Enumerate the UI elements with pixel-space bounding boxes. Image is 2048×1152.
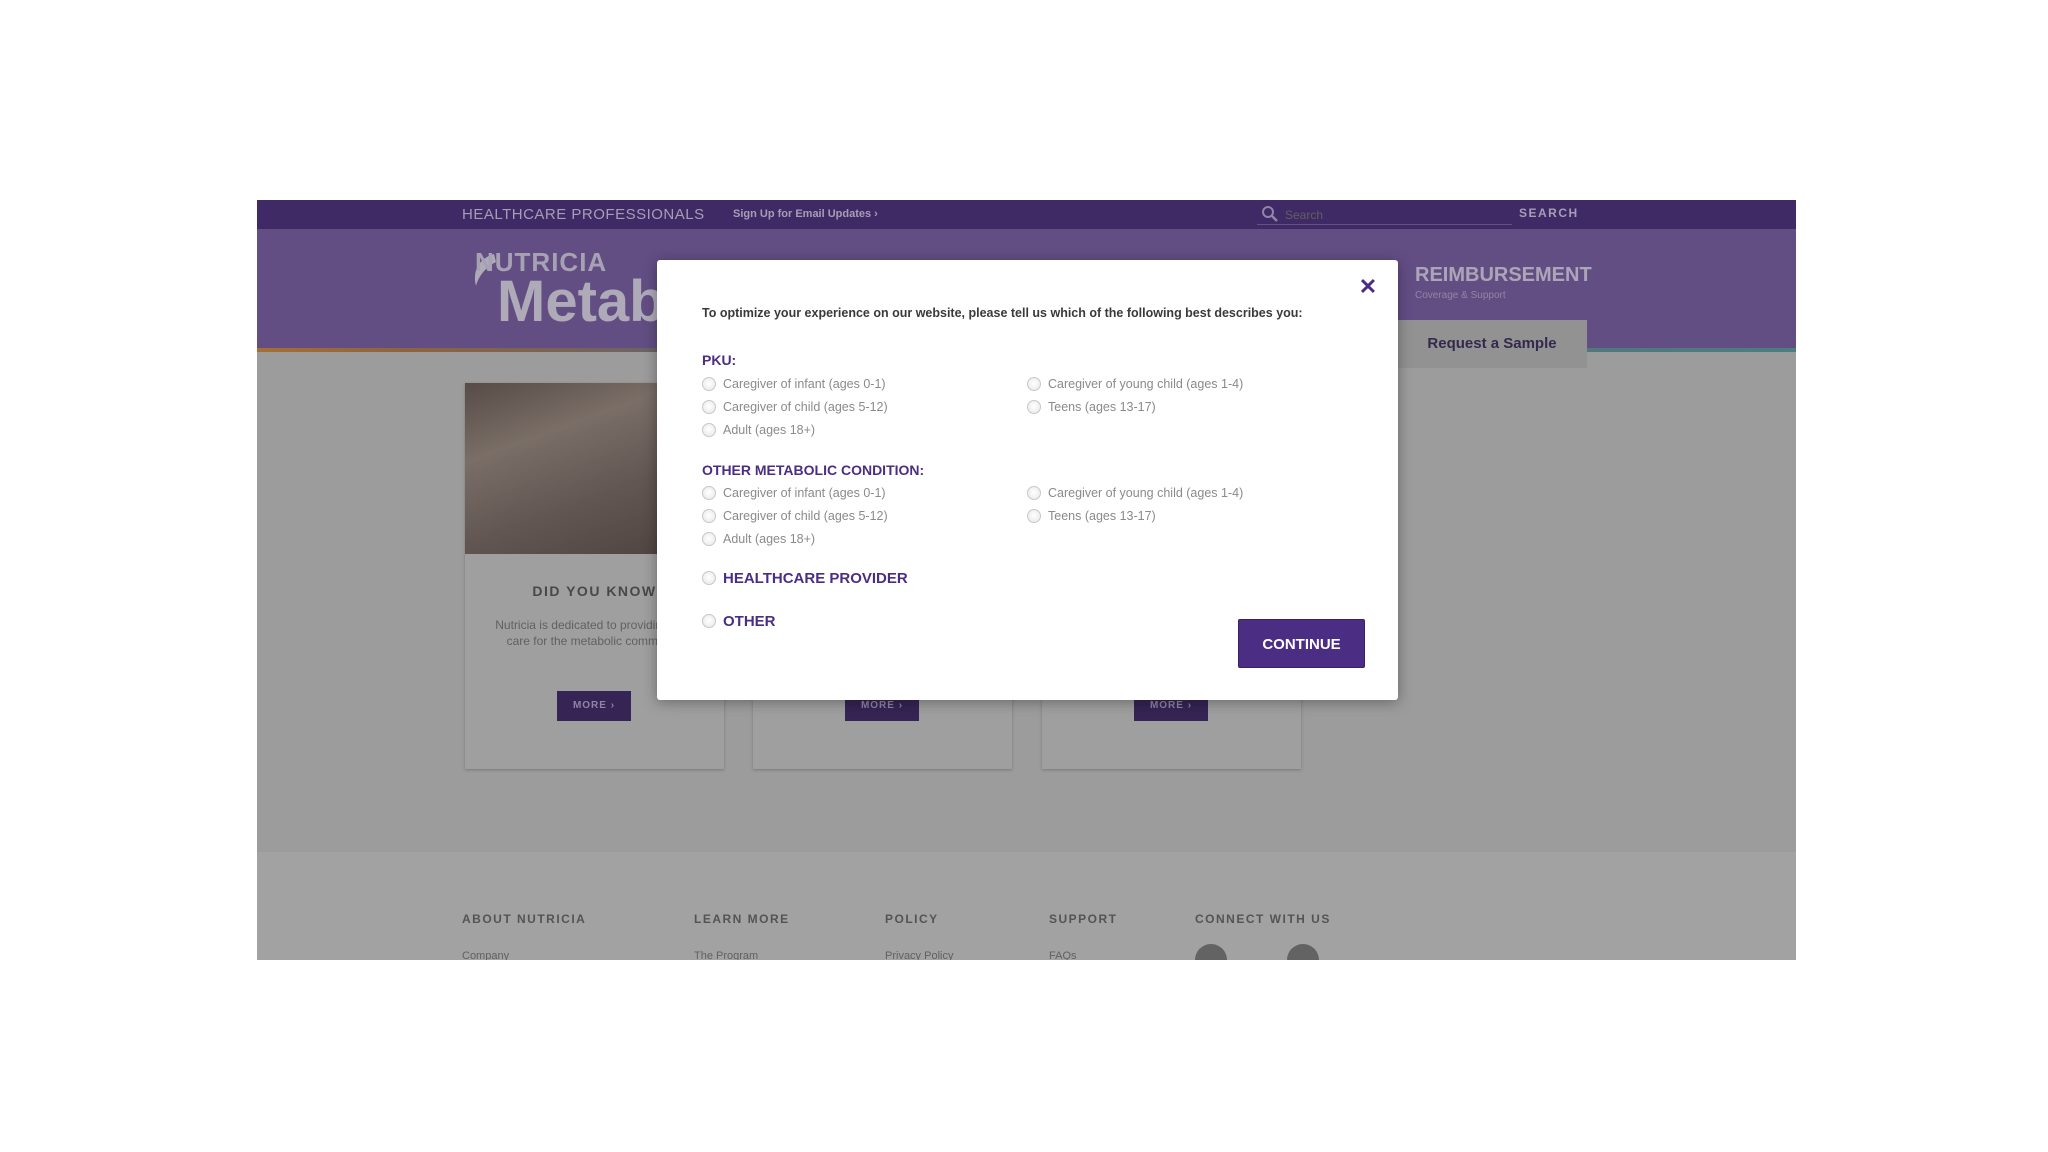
omc-option-infant[interactable]: Caregiver of infant (ages 0-1) <box>702 484 886 502</box>
other-option[interactable]: OTHER <box>702 612 776 630</box>
option-label: Caregiver of child (ages 5-12) <box>723 400 888 414</box>
option-label: OTHER <box>723 612 776 630</box>
radio-button[interactable] <box>702 377 716 391</box>
omc-option-adult[interactable]: Adult (ages 18+) <box>702 530 815 548</box>
radio-button[interactable] <box>702 571 716 585</box>
pku-option-young-child[interactable]: Caregiver of young child (ages 1-4) <box>1027 375 1243 393</box>
radio-button[interactable] <box>1027 486 1041 500</box>
pku-heading: PKU: <box>702 352 737 368</box>
audience-modal: ✕ To optimize your experience on our web… <box>657 260 1398 700</box>
pku-option-infant[interactable]: Caregiver of infant (ages 0-1) <box>702 375 886 393</box>
radio-button[interactable] <box>702 532 716 546</box>
radio-button[interactable] <box>1027 509 1041 523</box>
modal-intro: To optimize your experience on our websi… <box>702 306 1303 320</box>
option-label: Caregiver of child (ages 5-12) <box>723 509 888 523</box>
radio-button[interactable] <box>1027 377 1041 391</box>
other-metabolic-heading: OTHER METABOLIC CONDITION: <box>702 462 925 478</box>
radio-button[interactable] <box>702 400 716 414</box>
option-label: Caregiver of infant (ages 0-1) <box>723 486 886 500</box>
radio-button[interactable] <box>702 486 716 500</box>
radio-button[interactable] <box>702 614 716 628</box>
option-label: Adult (ages 18+) <box>723 423 816 437</box>
option-label: Caregiver of infant (ages 0-1) <box>723 377 886 391</box>
pku-option-teens[interactable]: Teens (ages 13-17) <box>1027 398 1156 416</box>
omc-option-teens[interactable]: Teens (ages 13-17) <box>1027 507 1156 525</box>
radio-button[interactable] <box>702 509 716 523</box>
radio-button[interactable] <box>1027 400 1041 414</box>
healthcare-provider-option[interactable]: HEALTHCARE PROVIDER <box>702 569 908 587</box>
pku-option-adult[interactable]: Adult (ages 18+) <box>702 421 815 439</box>
option-label: HEALTHCARE PROVIDER <box>723 569 908 587</box>
option-label: Adult (ages 18+) <box>723 532 816 546</box>
option-label: Caregiver of young child (ages 1-4) <box>1048 377 1244 391</box>
continue-button[interactable]: CONTINUE <box>1238 619 1365 668</box>
omc-option-young-child[interactable]: Caregiver of young child (ages 1-4) <box>1027 484 1243 502</box>
option-label: Caregiver of young child (ages 1-4) <box>1048 486 1244 500</box>
option-label: Teens (ages 13-17) <box>1048 509 1156 523</box>
omc-option-child[interactable]: Caregiver of child (ages 5-12) <box>702 507 888 525</box>
pku-option-child[interactable]: Caregiver of child (ages 5-12) <box>702 398 888 416</box>
option-label: Teens (ages 13-17) <box>1048 400 1156 414</box>
close-icon[interactable]: ✕ <box>1355 274 1381 300</box>
radio-button[interactable] <box>702 423 716 437</box>
